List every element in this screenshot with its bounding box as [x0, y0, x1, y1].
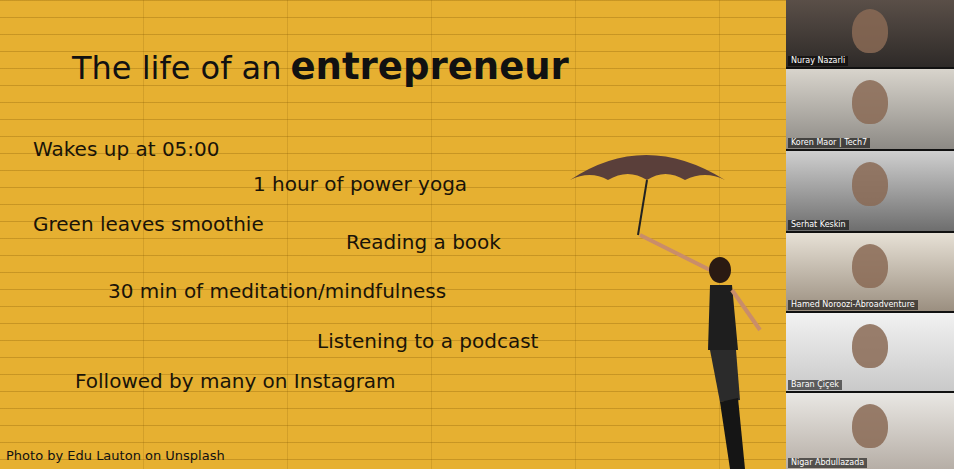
participant-video [852, 80, 888, 124]
slide-bullet: Green leaves smoothie [33, 212, 264, 236]
participant-name: Baran Çiçek [788, 380, 842, 390]
photo-credit: Photo by Edu Lauton on Unsplash [6, 448, 225, 463]
participant-tile[interactable]: Koren Maor | Tech7 [786, 69, 954, 149]
participant-video [852, 324, 888, 368]
slide-bullet: 30 min of meditation/mindfulness [108, 279, 446, 303]
participant-name: Nigar Abdullazada [788, 458, 867, 468]
participant-video [852, 9, 888, 53]
participant-name: Serhat Keskin [788, 220, 849, 230]
participant-name: Nuray Nazarli [788, 56, 848, 66]
umbrella-girl-icon [560, 140, 780, 469]
participant-tile[interactable]: Serhat Keskin [786, 151, 954, 231]
slide-bullet: Followed by many on Instagram [75, 369, 396, 393]
participant-tile[interactable]: Baran Çiçek [786, 313, 954, 391]
participant-tile[interactable]: Nigar Abdullazada [786, 393, 954, 469]
shared-slide: The life of anentrepreneur Wakes up at 05… [0, 0, 786, 469]
participant-video [852, 244, 888, 288]
participant-tile[interactable]: Nuray Nazarli [786, 0, 954, 67]
slide-bullet: Listening to a podcast [317, 329, 538, 353]
participant-video [852, 404, 888, 448]
slide-bullet: Wakes up at 05:00 [33, 137, 220, 161]
slide-title: The life of anentrepreneur [72, 45, 786, 90]
participant-list: Nuray Nazarli Koren Maor | Tech7 Serhat Ke… [786, 0, 954, 469]
participant-tile[interactable]: Hamed Noroozi-Abroadventure [786, 233, 954, 311]
participant-video [852, 162, 888, 206]
participant-name: Hamed Noroozi-Abroadventure [788, 300, 918, 310]
title-text: The life of an [72, 46, 282, 90]
participant-name: Koren Maor | Tech7 [788, 138, 870, 148]
title-emphasis: entrepreneur [291, 45, 569, 89]
slide-bullet: 1 hour of power yoga [253, 172, 467, 196]
slide-bullet: Reading a book [346, 230, 501, 254]
